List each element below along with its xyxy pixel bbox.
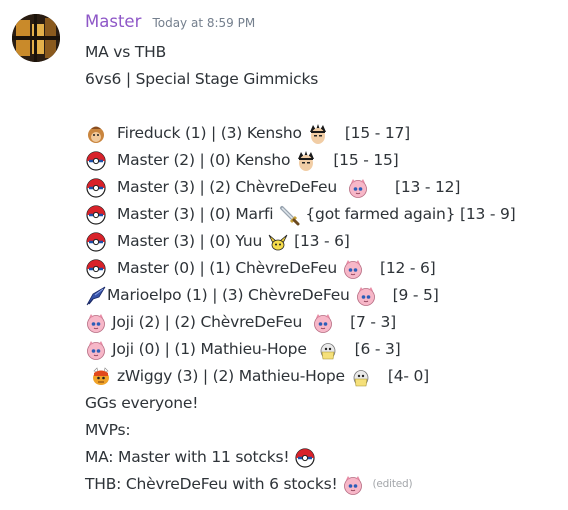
bowser-icon <box>90 366 112 388</box>
message-line: MA vs THB <box>85 39 555 66</box>
edited-label: (edited) <box>372 478 413 490</box>
kazuya-icon <box>295 150 317 172</box>
pichu-icon <box>267 231 289 253</box>
falcon-icon <box>85 285 107 307</box>
result-line: zWiggy (3) | (2) Mathieu-Hope [4- 0] <box>85 363 555 390</box>
result-text: Master (3) | (2) ChèvreDeFeu <box>117 178 337 196</box>
result-text: Master (0) | (1) ChèvreDeFeu <box>117 259 337 277</box>
mario-ball-icon <box>85 258 107 280</box>
result-line: Marioelpo (1) | (3) ChèvreDeFeu [9 - 5] <box>85 282 555 309</box>
result-text: Joji (0) | (1) Mathieu-Hope <box>112 340 307 358</box>
timestamp: Today at 8:59 PM <box>152 16 256 30</box>
jigglypuff-icon <box>342 258 364 280</box>
ma-mvp-text: MA: Master with 11 sotcks! <box>85 448 290 466</box>
mvps-heading: MVPs: <box>85 421 131 439</box>
result-text: Master (2) | (0) Kensho <box>117 151 291 169</box>
result-text: Master (3) | (0) Yuu <box>117 232 263 250</box>
jigglypuff-icon <box>355 285 377 307</box>
result-line: Joji (2) | (2) ChèvreDeFeu [7 - 3] <box>85 309 555 336</box>
jigglypuff-icon <box>342 474 364 496</box>
thb-mvp-text: THB: ChèvreDeFeu with 6 stocks! <box>85 475 338 493</box>
sword-icon <box>278 204 300 226</box>
result-line: Joji (0) | (1) Mathieu-Hope [6 - 3] <box>85 336 555 363</box>
result-line: Master (3) | (0) Marfi {got farmed again… <box>85 201 555 228</box>
result-text: Joji (2) | (2) ChèvreDeFeu <box>112 313 303 331</box>
result-score: [13 - 6] <box>294 232 350 250</box>
mr-game-and-watch-icon <box>317 339 339 361</box>
message-line: GGs everyone! <box>85 390 555 417</box>
result-text: zWiggy (3) | (2) Mathieu-Hope <box>117 367 345 385</box>
message-header: Master Today at 8:59 PM <box>85 12 255 31</box>
mario-ball-icon <box>85 204 107 226</box>
result-score: [6 - 3] <box>354 340 401 358</box>
jigglypuff-icon <box>85 339 107 361</box>
result-text: Marioelpo (1) | (3) ChèvreDeFeu <box>107 286 350 304</box>
result-line: Master (3) | (0) Yuu [13 - 6] <box>85 228 555 255</box>
avatar[interactable] <box>12 14 60 62</box>
author-name[interactable]: Master <box>85 12 141 31</box>
match-subtitle: 6vs6 | Special Stage Gimmicks <box>85 70 319 88</box>
message-content: MA vs THB 6vs6 | Special Stage Gimmicks … <box>85 39 555 498</box>
mario-ball-icon <box>85 177 107 199</box>
jigglypuff-icon <box>312 312 334 334</box>
kazuya-icon <box>307 123 329 145</box>
ggs-text: GGs everyone! <box>85 394 199 412</box>
message-line: 6vs6 | Special Stage Gimmicks <box>85 66 555 93</box>
result-score: [13 - 12] <box>395 178 461 196</box>
result-score: [9 - 5] <box>392 286 439 304</box>
result-line: Fireduck (1) | (3) Kensho [15 - 17] <box>85 120 555 147</box>
jigglypuff-icon <box>85 312 107 334</box>
result-line: Master (2) | (0) Kensho [15 - 15] <box>85 147 555 174</box>
result-score: [12 - 6] <box>380 259 436 277</box>
result-score: [4- 0] <box>387 367 430 385</box>
result-note: {got farmed again} [13 - 9] <box>305 205 516 223</box>
jigglypuff-icon <box>347 177 369 199</box>
match-title: MA vs THB <box>85 43 167 61</box>
message-line: THB: ChèvreDeFeu with 6 stocks! (edited) <box>85 471 555 498</box>
result-score: [7 - 3] <box>350 313 397 331</box>
result-score: [15 - 17] <box>344 124 411 142</box>
mario-ball-icon <box>85 231 107 253</box>
result-line: Master (3) | (2) ChèvreDeFeu [13 - 12] <box>85 174 555 201</box>
message-line: MA: Master with 11 sotcks! <box>85 444 555 471</box>
result-text: Master (3) | (0) Marfi <box>117 205 274 223</box>
result-text: Fireduck (1) | (3) Kensho <box>117 124 302 142</box>
mario-ball-icon <box>294 447 316 469</box>
result-line: Master (0) | (1) ChèvreDeFeu [12 - 6] <box>85 255 555 282</box>
message-line: MVPs: <box>85 417 555 444</box>
donkey-kong-icon <box>85 123 107 145</box>
mario-ball-icon <box>85 150 107 172</box>
result-score: [15 - 15] <box>333 151 399 169</box>
mr-game-and-watch-icon <box>350 366 372 388</box>
